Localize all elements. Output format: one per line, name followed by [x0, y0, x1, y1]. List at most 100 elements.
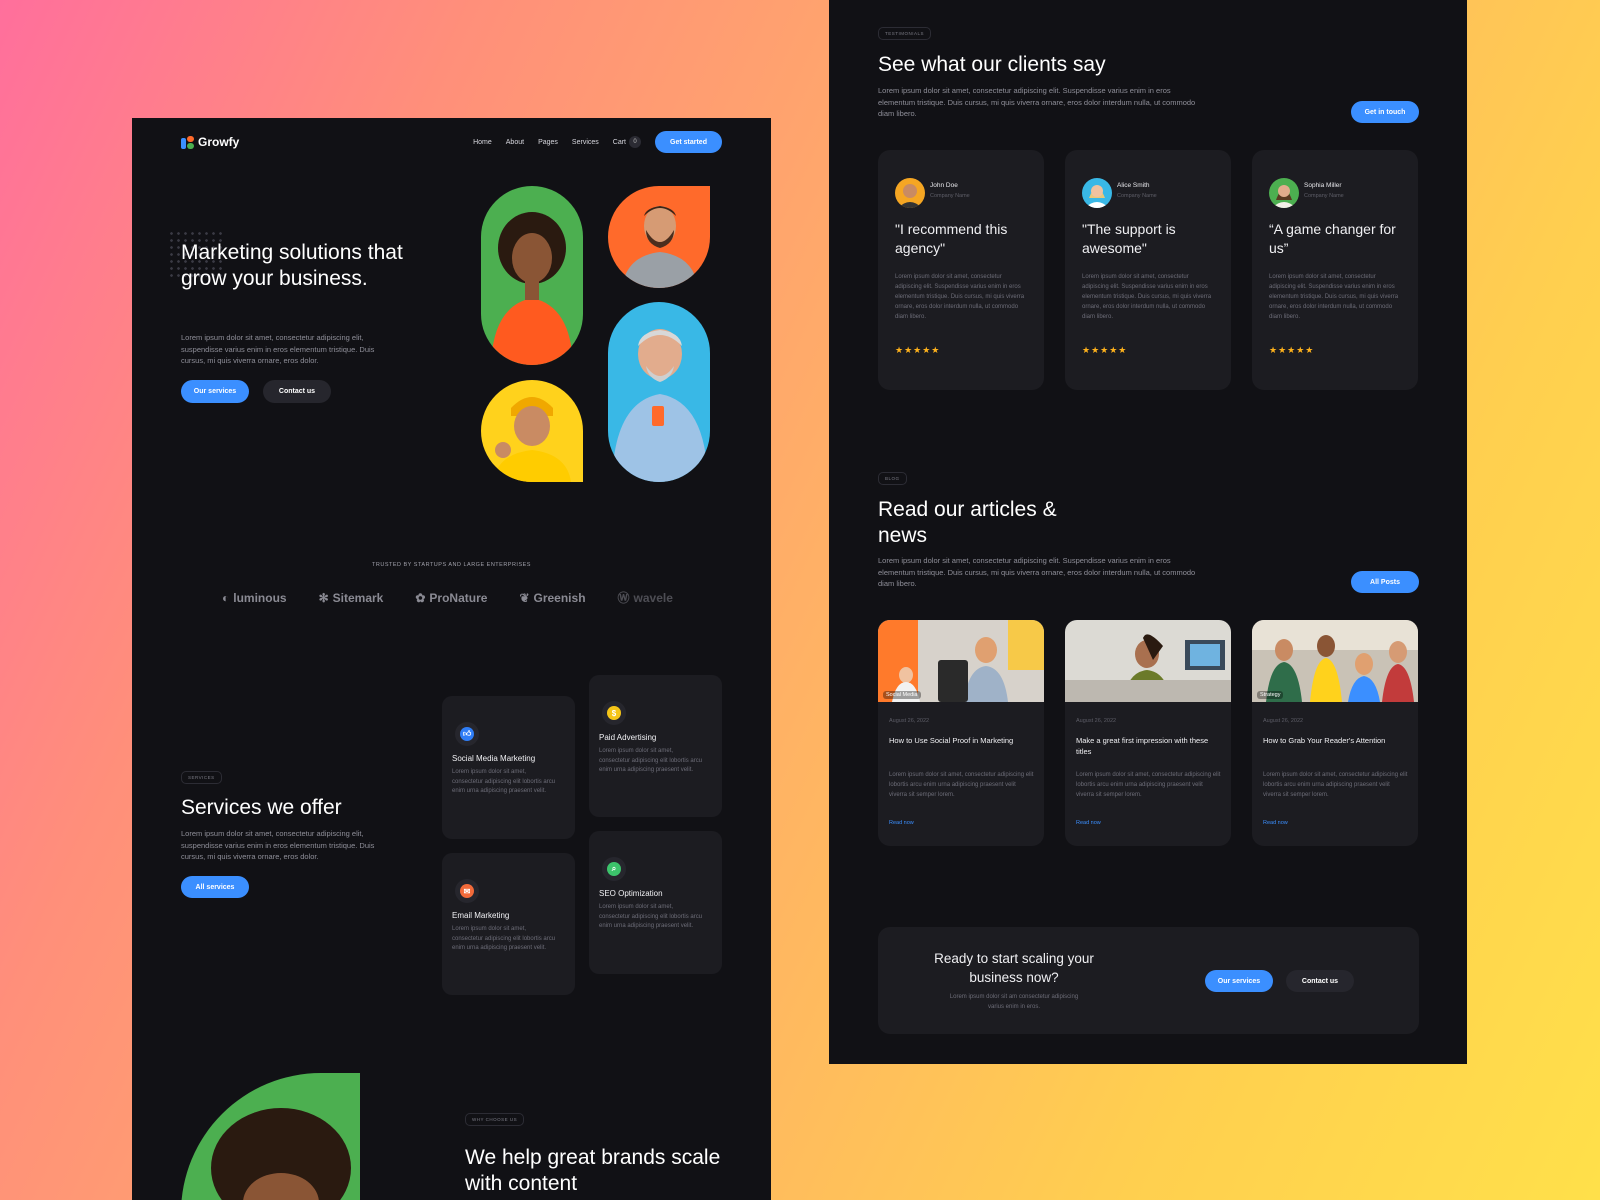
testimonial-company: Company Name	[930, 193, 970, 199]
get-in-touch-button[interactable]: Get in touch	[1351, 101, 1419, 123]
cart-label: Cart	[612, 138, 626, 146]
service-card-text: Lorem ipsum dolor sit amet, consectetur …	[599, 904, 703, 929]
nav-links: Home About Pages Services Cart 0	[473, 136, 641, 148]
cta-our-services-button[interactable]: Our services	[1205, 970, 1273, 992]
blog-body: Lorem ipsum dolor sit amet, consectetur …	[1263, 772, 1408, 798]
blog-image-team	[1252, 620, 1418, 702]
blog-card[interactable]: Strategy August 26, 2022 How to Grab You…	[1252, 620, 1418, 846]
cta-banner: Ready to start scaling your business now…	[878, 927, 1419, 1034]
testimonial-name: Alice Smith	[1117, 182, 1150, 189]
thumbs-up-icon-wrap: 👍︎	[455, 722, 479, 746]
service-card-title: Email Marketing	[452, 911, 510, 920]
get-started-button[interactable]: Get started	[655, 131, 722, 153]
blog-tag: BLOG	[878, 472, 907, 485]
cart-link[interactable]: Cart 0	[613, 136, 641, 148]
services-title: Services we offer	[181, 796, 342, 819]
nav-link-pages[interactable]: Pages	[538, 139, 558, 146]
all-posts-button[interactable]: All Posts	[1351, 571, 1419, 593]
why-title: We help great brands scale with content	[465, 1146, 721, 1195]
mail-icon-wrap: ✉	[455, 879, 479, 903]
blog-title: How to Grab Your Reader's Attention	[1263, 736, 1386, 745]
cta-text: Lorem ipsum dolor sit am consectetur adi…	[949, 994, 1079, 1010]
homepage-panel: Growfy Home About Pages Services Cart 0 …	[132, 118, 771, 1200]
hero-photo-woman-orange	[481, 186, 583, 365]
blog-body: Lorem ipsum dolor sit amet, consectetur …	[889, 772, 1034, 798]
testimonial-body: Lorem ipsum dolor sit amet, consectetur …	[1082, 274, 1212, 320]
testimonial-body: Lorem ipsum dolor sit amet, consectetur …	[1269, 274, 1399, 320]
service-card-text: Lorem ipsum dolor sit amet, consectetur …	[452, 769, 556, 794]
avatar	[895, 178, 925, 208]
service-card-text: Lorem ipsum dolor sit amet, consectetur …	[452, 926, 556, 951]
blog-card[interactable]: Social Media August 26, 2022 How to Use …	[878, 620, 1044, 846]
logo-greenish: ❦ Greenish	[519, 590, 586, 605]
service-card-paid-advertising[interactable]: $ Paid Advertising Lorem ipsum dolor sit…	[589, 675, 722, 817]
hero-text: Lorem ipsum dolor sit amet, consectetur …	[181, 333, 375, 365]
service-card-social-media[interactable]: 👍︎ Social Media Marketing Lorem ipsum do…	[442, 696, 575, 839]
testimonial-card: Sophia Miller Company Name “A game chang…	[1252, 150, 1418, 390]
cta-title: Ready to start scaling your business now…	[934, 951, 1094, 985]
testimonial-name: Sophia Miller	[1304, 182, 1342, 189]
blog-title: Read our articles & news	[878, 498, 1057, 547]
testimonials-blog-panel: TESTIMONIALS See what our clients say Lo…	[829, 0, 1467, 1064]
logo-icon	[181, 135, 194, 149]
service-card-title: SEO Optimization	[599, 889, 663, 898]
partner-logos: ◐ luminous ✻ Sitemark ✿ ProNature ❦ Greenish…	[222, 589, 673, 606]
blog-card[interactable]: August 26, 2022 Make a great first impre…	[1065, 620, 1231, 846]
nav-link-home[interactable]: Home	[473, 139, 492, 146]
nav-link-services[interactable]: Services	[572, 139, 599, 146]
service-card-email-marketing[interactable]: ✉ Email Marketing Lorem ipsum dolor sit …	[442, 853, 575, 995]
our-services-button[interactable]: Our services	[181, 380, 249, 403]
star-rating: ★★★★★	[895, 345, 941, 355]
cta-contact-us-button[interactable]: Contact us	[1286, 970, 1354, 992]
dollar-icon: $	[607, 706, 621, 720]
logo-wavele: Ⓦwavele	[617, 590, 673, 606]
all-services-button[interactable]: All services	[181, 876, 249, 898]
hero-buttons: Our services Contact us	[181, 380, 331, 403]
services-tag: SERVICES	[181, 771, 222, 784]
blog-image-desk	[1065, 620, 1231, 702]
blog-body: Lorem ipsum dolor sit amet, consectetur …	[1076, 772, 1221, 798]
why-choose-us-tag: WHY CHOOSE US	[465, 1113, 525, 1126]
blog-category: Strategy	[1257, 691, 1284, 699]
testimonial-card: John Doe Company Name "I recommend this …	[878, 150, 1044, 390]
top-navbar: Growfy Home About Pages Services Cart 0 …	[181, 131, 722, 153]
blog-date: August 26, 2022	[1263, 718, 1304, 724]
star-rating: ★★★★★	[1082, 345, 1128, 355]
testimonial-company: Company Name	[1117, 193, 1157, 199]
blog-title: Make a great first impression with these…	[1076, 736, 1209, 756]
hero-photo-bearded-man	[608, 186, 710, 288]
read-now-link[interactable]: Read now	[889, 820, 914, 826]
why-photo-woman	[181, 1073, 360, 1200]
services-text: Lorem ipsum dolor sit amet, consectetur …	[181, 829, 375, 861]
thumbs-up-icon: 👍︎	[460, 727, 474, 741]
nav-link-about[interactable]: About	[506, 139, 524, 146]
blog-title: How to Use Social Proof in Marketing	[889, 736, 1014, 745]
read-now-link[interactable]: Read now	[1263, 820, 1288, 826]
greenish-icon: ❦	[519, 590, 530, 605]
testimonial-company: Company Name	[1304, 193, 1344, 199]
blog-category: Social Media	[883, 691, 921, 699]
dollar-icon-wrap: $	[602, 701, 626, 725]
testimonials-tag: TESTIMONIALS	[878, 27, 932, 40]
service-card-seo[interactable]: ⌕ SEO Optimization Lorem ipsum dolor sit…	[589, 831, 722, 974]
mail-icon: ✉	[460, 884, 474, 898]
wavele-icon: Ⓦ	[617, 591, 630, 605]
testimonials-title: See what our clients say	[878, 53, 1106, 76]
hero-photo-man-yellow	[481, 380, 583, 482]
logo[interactable]: Growfy	[181, 135, 239, 149]
blog-date: August 26, 2022	[1076, 718, 1117, 724]
testimonial-name: John Doe	[930, 182, 958, 189]
blog-text: Lorem ipsum dolor sit amet, consectetur …	[878, 556, 1196, 588]
cart-count-badge: 0	[629, 136, 641, 148]
read-now-link[interactable]: Read now	[1076, 820, 1101, 826]
logo-luminous: ◐ luminous	[222, 590, 287, 605]
contact-us-button[interactable]: Contact us	[263, 380, 331, 403]
blog-image-office	[878, 620, 1044, 702]
service-card-text: Lorem ipsum dolor sit amet, consectetur …	[599, 748, 703, 773]
logo-text: Growfy	[198, 135, 240, 149]
testimonial-card: Alice Smith Company Name "The support is…	[1065, 150, 1231, 390]
logo-sitemark: ✻ Sitemark	[318, 590, 384, 605]
testimonial-quote: "The support is awesome"	[1082, 221, 1176, 256]
testimonial-body: Lorem ipsum dolor sit amet, consectetur …	[895, 274, 1025, 320]
trusted-by-label: TRUSTED BY STARTUPS AND LARGE ENTERPRISE…	[372, 562, 531, 568]
